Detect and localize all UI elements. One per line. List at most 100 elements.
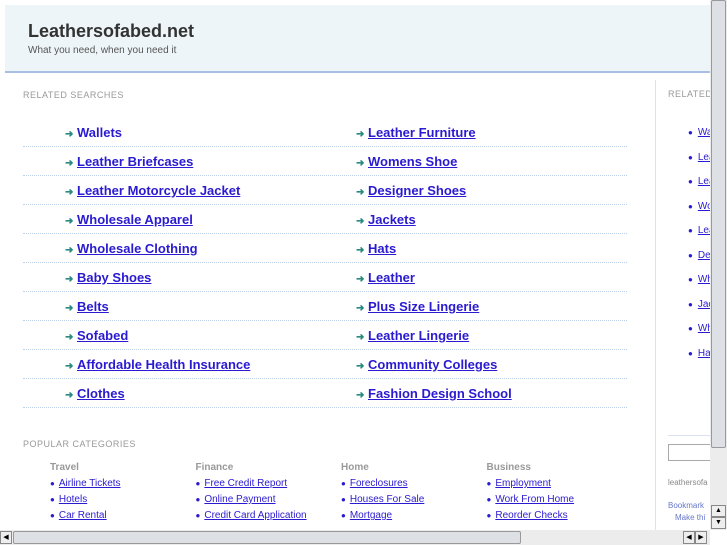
scroll-down-icon[interactable]: ▼	[711, 517, 726, 529]
category-link[interactable]: Houses For Sale	[350, 494, 424, 505]
table-row: ➜ Leather Briefcases ➜ Womens Shoe	[23, 147, 627, 176]
related-link-item: ➜ Fashion Design School	[356, 386, 512, 401]
related-link[interactable]: Clothes	[77, 386, 125, 401]
related-link[interactable]: Wholesale Apparel	[77, 212, 193, 227]
category-link[interactable]: Hotels	[59, 494, 87, 505]
arrow-icon: ➜	[65, 390, 74, 401]
scroll-right-icon[interactable]: ▶	[695, 531, 707, 544]
vertical-scroll-thumb[interactable]	[711, 0, 726, 448]
related-link[interactable]: Leather Lingerie	[368, 328, 469, 343]
category-column: Travel ● Airline Tickets ● Hotels ● Car Rental	[50, 462, 195, 526]
list-item: ● Houses For Sale	[341, 494, 486, 505]
sidebar-link-item: ● Ha	[688, 348, 710, 359]
vertical-scrollbar[interactable]: ▲ ▼	[710, 0, 727, 530]
make-homepage-link[interactable]: Make thi	[675, 513, 705, 522]
tagline: What you need, when you need it	[28, 45, 177, 56]
bullet-icon: ●	[688, 201, 693, 211]
table-row: ➜ Affordable Health Insurance ➜ Community C…	[23, 350, 627, 379]
related-link[interactable]: Plus Size Lingerie	[368, 299, 479, 314]
site-title: Leathersofabed.net	[28, 21, 195, 41]
related-link[interactable]: Leather Motorcycle Jacket	[77, 183, 240, 198]
category-link[interactable]: Mortgage	[350, 510, 392, 521]
related-link-item: ➜ Leather Briefcases	[65, 154, 193, 169]
category-link[interactable]: Online Payment	[204, 494, 275, 505]
table-row: ➜ Leather Motorcycle Jacket ➜ Designer Shoe…	[23, 176, 627, 205]
category-link[interactable]: Airline Tickets	[59, 478, 121, 489]
category-link[interactable]: Employment	[495, 478, 551, 489]
related-link[interactable]: Community Colleges	[368, 357, 497, 372]
arrow-icon: ➜	[65, 332, 74, 343]
bullet-icon: ●	[688, 226, 693, 235]
bullet-icon: ●	[688, 324, 693, 333]
related-link-item: ➜ Leather Furniture	[356, 125, 476, 140]
related-link[interactable]: Wallets	[77, 125, 122, 140]
sidebar-link[interactable]: Lea	[698, 152, 710, 163]
sidebar-link[interactable]: Lea	[698, 176, 710, 187]
list-item: ● Car Rental	[50, 510, 195, 521]
category-link[interactable]: Foreclosures	[350, 478, 408, 489]
sidebar-link[interactable]: Lea	[698, 225, 710, 236]
list-item: ● Free Credit Report	[196, 478, 341, 489]
search-input[interactable]	[668, 444, 710, 461]
sidebar-link[interactable]: Jac	[698, 299, 710, 310]
related-link[interactable]: Belts	[77, 299, 109, 314]
popular-categories-label: POPULAR CATEGORIES	[23, 439, 136, 449]
scroll-left-icon[interactable]: ◀	[0, 531, 12, 544]
category-link[interactable]: Free Credit Report	[204, 478, 287, 489]
bullet-icon: ●	[688, 275, 693, 284]
related-link[interactable]: Wholesale Clothing	[77, 241, 198, 256]
site-header: Leathersofabed.net What you need, when y…	[5, 5, 710, 73]
category-title: Business	[486, 462, 531, 473]
related-link[interactable]: Hats	[368, 241, 396, 256]
related-link[interactable]: Sofabed	[77, 328, 128, 343]
related-link[interactable]: Jackets	[368, 212, 416, 227]
list-item: ● Mortgage	[341, 510, 486, 521]
related-link-item: ➜ Leather Lingerie	[356, 328, 469, 343]
sidebar-link-item: ● De	[688, 250, 710, 261]
bullet-icon: ●	[486, 479, 492, 488]
horizontal-scrollbar[interactable]: ◀ ◀ ▶	[0, 530, 710, 545]
related-link-item: ➜ Affordable Health Insurance	[65, 357, 250, 372]
category-link[interactable]: Work From Home	[495, 494, 574, 505]
list-item: ● Employment	[487, 478, 632, 489]
category-column: Business ● Employment ● Work From Home ● Reord…	[487, 462, 632, 526]
sidebar-link[interactable]: De	[698, 250, 710, 261]
arrow-icon: ➜	[356, 303, 365, 314]
arrow-icon: ➜	[65, 158, 74, 169]
related-link[interactable]: Affordable Health Insurance	[77, 357, 250, 372]
related-link-item: ➜ Womens Shoe	[356, 154, 457, 169]
related-link-item: ➜ Leather Motorcycle Jacket	[65, 183, 240, 198]
related-link[interactable]: Leather Furniture	[368, 125, 476, 140]
scroll-up-icon[interactable]: ▲	[711, 505, 726, 517]
arrow-icon: ➜	[356, 274, 365, 285]
related-link[interactable]: Leather	[368, 270, 415, 285]
sidebar-link[interactable]: Ha	[698, 348, 710, 359]
related-link-item: ➜ Leather	[356, 270, 415, 285]
related-link[interactable]: Baby Shoes	[77, 270, 151, 285]
bullet-icon: ●	[195, 511, 201, 520]
related-link-item: ➜ Wholesale Apparel	[65, 212, 193, 227]
related-link-item: ➜ Jackets	[356, 212, 416, 227]
sidebar-link[interactable]: Wh	[698, 323, 710, 334]
bookmark-link[interactable]: Bookmark	[668, 501, 704, 510]
bullet-icon: ●	[195, 479, 201, 488]
table-row: ➜ Clothes ➜ Fashion Design School	[23, 379, 627, 408]
related-link[interactable]: Fashion Design School	[368, 386, 512, 401]
bullet-icon: ●	[341, 479, 346, 488]
related-link[interactable]: Womens Shoe	[368, 154, 457, 169]
related-link[interactable]: Designer Shoes	[368, 183, 466, 198]
horizontal-scroll-thumb[interactable]	[13, 531, 521, 544]
related-link-item: ➜ Hats	[356, 241, 396, 256]
scroll-left-icon[interactable]: ◀	[683, 531, 695, 544]
table-row: ➜ Wallets ➜ Leather Furniture	[23, 118, 627, 147]
sidebar-link[interactable]: Wa	[698, 127, 710, 138]
category-column: Home ● Foreclosures ● Houses For Sale ● Mortga…	[341, 462, 486, 526]
category-title: Travel	[50, 462, 79, 473]
category-link[interactable]: Reorder Checks	[495, 510, 567, 521]
category-link[interactable]: Car Rental	[59, 510, 107, 521]
sidebar-link[interactable]: Wh	[698, 274, 710, 285]
related-link[interactable]: Leather Briefcases	[77, 154, 193, 169]
arrow-icon: ➜	[65, 187, 74, 198]
category-link[interactable]: Credit Card Application	[204, 510, 306, 521]
sidebar-link[interactable]: Wo	[698, 201, 710, 212]
